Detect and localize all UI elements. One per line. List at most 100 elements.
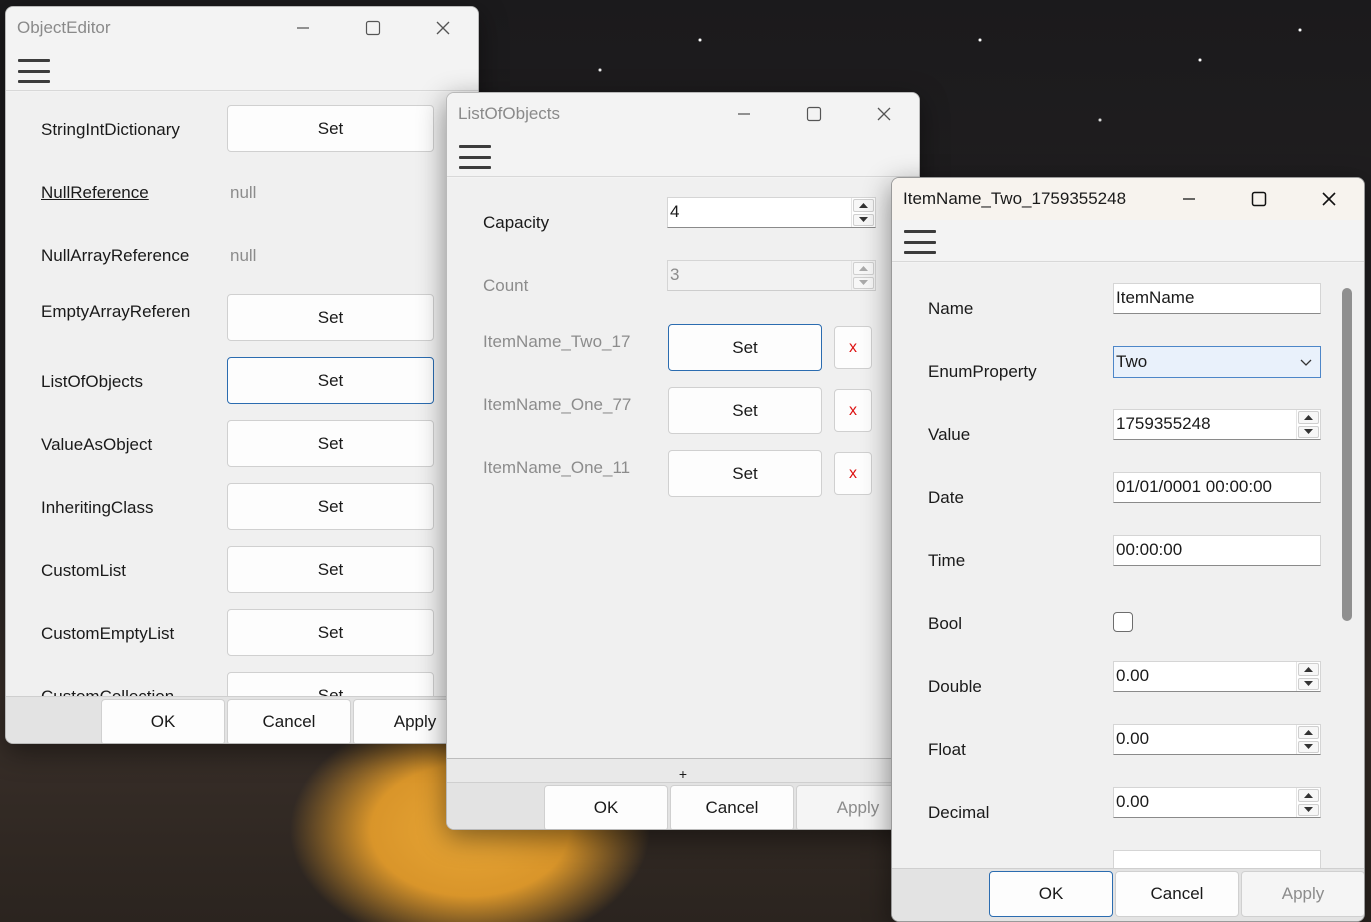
bool-checkbox[interactable]	[1113, 612, 1133, 632]
cancel-button[interactable]: Cancel	[1115, 871, 1239, 917]
spin-down-icon[interactable]	[1298, 803, 1319, 816]
set-button-customcollection[interactable]: Set	[227, 672, 434, 696]
property-label[interactable]: NullReference	[41, 183, 149, 203]
ok-button[interactable]: OK	[544, 785, 668, 829]
bool-label: Bool	[928, 614, 963, 633]
cancel-button[interactable]: Cancel	[227, 699, 351, 743]
minimize-icon[interactable]	[709, 93, 779, 135]
enum-property-value: Two	[1116, 352, 1148, 371]
capacity-stepper[interactable]	[851, 198, 875, 227]
add-item-icon[interactable]: +	[679, 766, 687, 782]
close-icon[interactable]	[408, 7, 478, 49]
float-field[interactable]: 0.00	[1113, 724, 1321, 755]
count-label: Count	[483, 276, 529, 295]
set-button-customemptylist[interactable]: Set	[227, 609, 434, 656]
name-field[interactable]: ItemName	[1113, 283, 1321, 314]
hamburger-menu-icon[interactable]	[459, 143, 491, 171]
double-stepper[interactable]	[1296, 662, 1320, 691]
list-panel: Capacity 4 Count 3 ItemName_Two_17 Set x…	[447, 178, 919, 758]
next-field[interactable]	[1113, 850, 1321, 868]
spin-down-icon[interactable]	[853, 213, 874, 226]
title-bar[interactable]: ListOfObjects	[447, 93, 919, 135]
menu-bar	[447, 135, 919, 177]
set-button-inheritingclass[interactable]: Set	[227, 483, 434, 530]
time-field[interactable]: 00:00:00	[1113, 535, 1321, 566]
spin-up-icon[interactable]	[1298, 411, 1319, 424]
spin-up-icon[interactable]	[1298, 726, 1319, 739]
minimize-icon[interactable]	[268, 7, 338, 49]
name-label: Name	[928, 299, 974, 318]
capacity-label: Capacity	[483, 213, 550, 232]
count-stepper	[851, 261, 875, 290]
decimal-stepper[interactable]	[1296, 788, 1320, 817]
spin-up-icon[interactable]	[1298, 789, 1319, 802]
dialog-footer: OK Cancel Apply	[447, 782, 919, 829]
window-title: ListOfObjects	[458, 104, 561, 123]
list-item-label: ItemName_Two_17	[483, 332, 631, 351]
float-value: 0.00	[1116, 729, 1150, 748]
spin-up-icon[interactable]	[853, 199, 874, 212]
property-label: CustomEmptyList	[41, 624, 175, 643]
set-button-listofobjects[interactable]: Set	[227, 357, 434, 404]
property-label: InheritingClass	[41, 498, 154, 517]
minimize-icon[interactable]	[1154, 178, 1224, 220]
hamburger-menu-icon[interactable]	[18, 57, 50, 85]
item-properties-panel: Name ItemName EnumProperty Two Value 175…	[892, 263, 1364, 868]
enum-property-select[interactable]: Two	[1113, 346, 1321, 378]
set-item-button[interactable]: Set	[668, 324, 822, 371]
ok-button[interactable]: OK	[101, 699, 225, 743]
close-icon[interactable]	[1294, 178, 1364, 220]
spin-down-icon[interactable]	[1298, 740, 1319, 753]
item-editor-window: ItemName_Two_1759355248 Name ItemName En…	[891, 177, 1365, 922]
spin-down-icon[interactable]	[1298, 425, 1319, 438]
property-label: StringIntDictionary	[41, 120, 180, 139]
close-icon[interactable]	[849, 93, 919, 135]
remove-item-button[interactable]: x	[834, 326, 872, 369]
remove-item-button[interactable]: x	[834, 452, 872, 495]
null-value: null	[230, 183, 257, 202]
property-label: CustomList	[41, 561, 127, 580]
remove-item-button[interactable]: x	[834, 389, 872, 432]
set-item-button[interactable]: Set	[668, 387, 822, 434]
float-stepper[interactable]	[1296, 725, 1320, 754]
double-label: Double	[928, 677, 982, 696]
set-item-button[interactable]: Set	[668, 450, 822, 497]
double-field[interactable]: 0.00	[1113, 661, 1321, 692]
date-field[interactable]: 01/01/0001 00:00:00	[1113, 472, 1321, 503]
spin-up-icon[interactable]	[1298, 663, 1319, 676]
add-item-bar[interactable]: +	[447, 758, 919, 782]
capacity-field[interactable]: 4	[667, 197, 876, 228]
cancel-button[interactable]: Cancel	[670, 785, 794, 829]
count-field: 3	[667, 260, 876, 291]
set-button-emptyarrayreference[interactable]: Set	[227, 294, 434, 341]
decimal-field[interactable]: 0.00	[1113, 787, 1321, 818]
value-stepper[interactable]	[1296, 410, 1320, 439]
property-label: EmptyArrayReferen	[41, 302, 191, 321]
title-bar[interactable]: ItemName_Two_1759355248	[892, 178, 1364, 220]
apply-button[interactable]: Apply	[1241, 871, 1364, 917]
enum-property-label: EnumProperty	[928, 362, 1037, 381]
spin-up-icon	[853, 262, 874, 275]
maximize-icon[interactable]	[779, 93, 849, 135]
float-label: Float	[928, 740, 966, 759]
capacity-value: 4	[670, 202, 680, 221]
dialog-footer: OK Cancel Apply	[6, 696, 478, 743]
list-of-objects-window: ListOfObjects Capacity 4 Count 3 ItemNam…	[446, 92, 920, 830]
maximize-icon[interactable]	[338, 7, 408, 49]
spin-down-icon[interactable]	[1298, 677, 1319, 690]
hamburger-menu-icon[interactable]	[904, 228, 936, 256]
ok-button[interactable]: OK	[989, 871, 1113, 917]
list-item-label: ItemName_One_77	[483, 395, 632, 414]
vertical-scrollbar[interactable]	[1342, 288, 1352, 621]
maximize-icon[interactable]	[1224, 178, 1294, 220]
set-button-customlist[interactable]: Set	[227, 546, 434, 593]
value-field[interactable]: 1759355248	[1113, 409, 1321, 440]
properties-panel: StringIntDictionary Set NullReference nu…	[6, 92, 478, 696]
window-title: ItemName_Two_1759355248	[903, 189, 1127, 208]
chevron-down-icon	[1300, 359, 1312, 366]
set-button-stringintdictionary[interactable]: Set	[227, 105, 434, 152]
set-button-valueasobject[interactable]: Set	[227, 420, 434, 467]
property-label: NullArrayReference	[41, 246, 190, 265]
double-value: 0.00	[1116, 666, 1150, 685]
title-bar[interactable]: ObjectEditor	[6, 7, 478, 49]
